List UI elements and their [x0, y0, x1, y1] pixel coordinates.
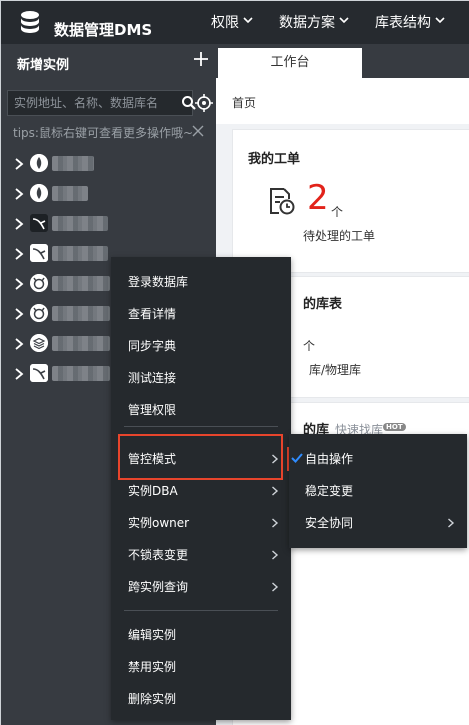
menu-sync-dictionary[interactable]: 同步字典 — [111, 330, 291, 362]
add-instance-label[interactable]: 新增实例 — [17, 54, 69, 73]
search-input[interactable] — [8, 91, 168, 115]
breadcrumb[interactable]: 首页 — [232, 94, 256, 111]
nav-schema[interactable]: 库表结构 — [375, 14, 445, 32]
redis-icon — [30, 304, 48, 322]
instance-row[interactable] — [1, 149, 216, 179]
instance-name-redacted — [52, 156, 94, 171]
tables-label: 库/物理库 — [309, 363, 362, 377]
chevron-right-icon[interactable] — [14, 338, 24, 350]
instance-row[interactable] — [1, 179, 216, 209]
mongodb-icon — [30, 184, 48, 202]
chevron-right-icon[interactable] — [14, 248, 24, 260]
locate-icon[interactable] — [195, 94, 213, 112]
menu-divider — [124, 426, 278, 427]
work-order-icon — [270, 188, 295, 215]
tips-text: tips:鼠标右键可查看更多操作哦~ — [13, 126, 194, 140]
chevron-right-icon — [448, 518, 455, 528]
instance-name-redacted — [52, 276, 110, 291]
instance-name-redacted — [52, 186, 88, 201]
mongodb-icon — [30, 154, 48, 172]
count-unit: 个 — [331, 205, 344, 219]
add-icon[interactable] — [192, 50, 210, 68]
tab-bar: 工作台 — [216, 44, 469, 78]
menu-instance-owner[interactable]: 实例owner — [111, 507, 291, 539]
chevron-down-icon — [243, 17, 253, 24]
close-icon[interactable] — [192, 125, 204, 137]
chevron-right-icon — [272, 582, 279, 592]
chevron-right-icon — [272, 486, 279, 496]
nav-schema-label: 库表结构 — [375, 15, 431, 31]
highlight-control-mode — [118, 434, 283, 480]
instance-row[interactable] — [1, 209, 216, 239]
menu-view-details[interactable]: 查看详情 — [111, 298, 291, 330]
chevron-right-icon[interactable] — [14, 278, 24, 290]
pending-orders-count[interactable]: 2 — [307, 178, 329, 218]
menu-cross-instance-query[interactable]: 跨实例查询 — [111, 571, 291, 603]
chevron-right-icon — [272, 550, 279, 560]
tab-workbench[interactable]: 工作台 — [218, 48, 362, 78]
mysql-icon — [30, 214, 48, 232]
chevron-right-icon[interactable] — [14, 368, 24, 380]
mysql-icon — [30, 244, 48, 262]
nav-data-solutions[interactable]: 数据方案 — [279, 14, 349, 32]
breadcrumb-bar: 首页 — [216, 78, 469, 124]
nav-data-solutions-label: 数据方案 — [279, 15, 335, 31]
tables-card-title: 的库表 — [303, 297, 343, 312]
submenu-free-operation[interactable]: 自由操作 — [289, 443, 467, 475]
instance-name-redacted — [52, 246, 108, 261]
instance-context-menu: 登录数据库 查看详情 同步字典 测试连接 管理权限 管控模式 实例DBA 实例o… — [111, 257, 291, 720]
menu-cross-instance-query-label: 跨实例查询 — [128, 580, 189, 594]
submenu-secure-collaboration-label: 安全协同 — [305, 516, 354, 530]
menu-lockless-change[interactable]: 不锁表变更 — [111, 539, 291, 571]
menu-delete-instance[interactable]: 删除实例 — [111, 683, 291, 715]
menu-divider — [124, 610, 278, 611]
top-bar: 数据管理DMS 权限 数据方案 库表结构 — [1, 1, 469, 44]
redis-icon — [30, 274, 48, 292]
mysql-icon — [30, 364, 48, 382]
instance-search[interactable] — [7, 90, 196, 116]
instance-name-redacted — [52, 306, 110, 321]
chevron-right-icon — [272, 518, 279, 528]
menu-instance-dba-label: 实例DBA — [128, 484, 178, 498]
menu-disable-instance[interactable]: 禁用实例 — [111, 651, 291, 683]
menu-manage-permissions[interactable]: 管理权限 — [111, 394, 291, 426]
tables-unit: 个 — [303, 339, 316, 353]
chevron-right-icon[interactable] — [14, 218, 24, 230]
chevron-right-icon[interactable] — [14, 188, 24, 200]
menu-lockless-change-label: 不锁表变更 — [128, 548, 189, 562]
pending-orders-label: 待处理的工单 — [303, 229, 376, 243]
control-mode-submenu: 自由操作 稳定变更 安全协同 — [289, 434, 467, 548]
chevron-down-icon — [435, 17, 445, 24]
database-stack-icon — [30, 334, 48, 352]
submenu-secure-collaboration[interactable]: 安全协同 — [289, 507, 467, 539]
app-title: 数据管理DMS — [54, 21, 153, 39]
menu-test-connection[interactable]: 测试连接 — [111, 362, 291, 394]
menu-login-database[interactable]: 登录数据库 — [111, 266, 291, 298]
work-orders-card: 我的工单 2 个 待处理的工单 — [232, 129, 469, 273]
menu-instance-owner-label: 实例owner — [128, 516, 190, 530]
chevron-down-icon — [339, 17, 349, 24]
instance-name-redacted — [52, 336, 110, 351]
work-orders-title: 我的工单 — [248, 152, 301, 167]
submenu-stable-change[interactable]: 稳定变更 — [289, 475, 467, 507]
nav-permissions-label: 权限 — [211, 15, 239, 31]
sidebar-header: 新增实例 — [1, 44, 216, 82]
hot-badge: HOT — [383, 423, 406, 431]
instance-name-redacted — [52, 366, 110, 381]
dms-logo-icon[interactable] — [18, 10, 42, 36]
menu-edit-instance[interactable]: 编辑实例 — [111, 619, 291, 651]
chevron-right-icon[interactable] — [14, 308, 24, 320]
instance-name-redacted — [52, 216, 108, 231]
nav-permissions[interactable]: 权限 — [211, 14, 253, 32]
chevron-right-icon[interactable] — [14, 158, 24, 170]
